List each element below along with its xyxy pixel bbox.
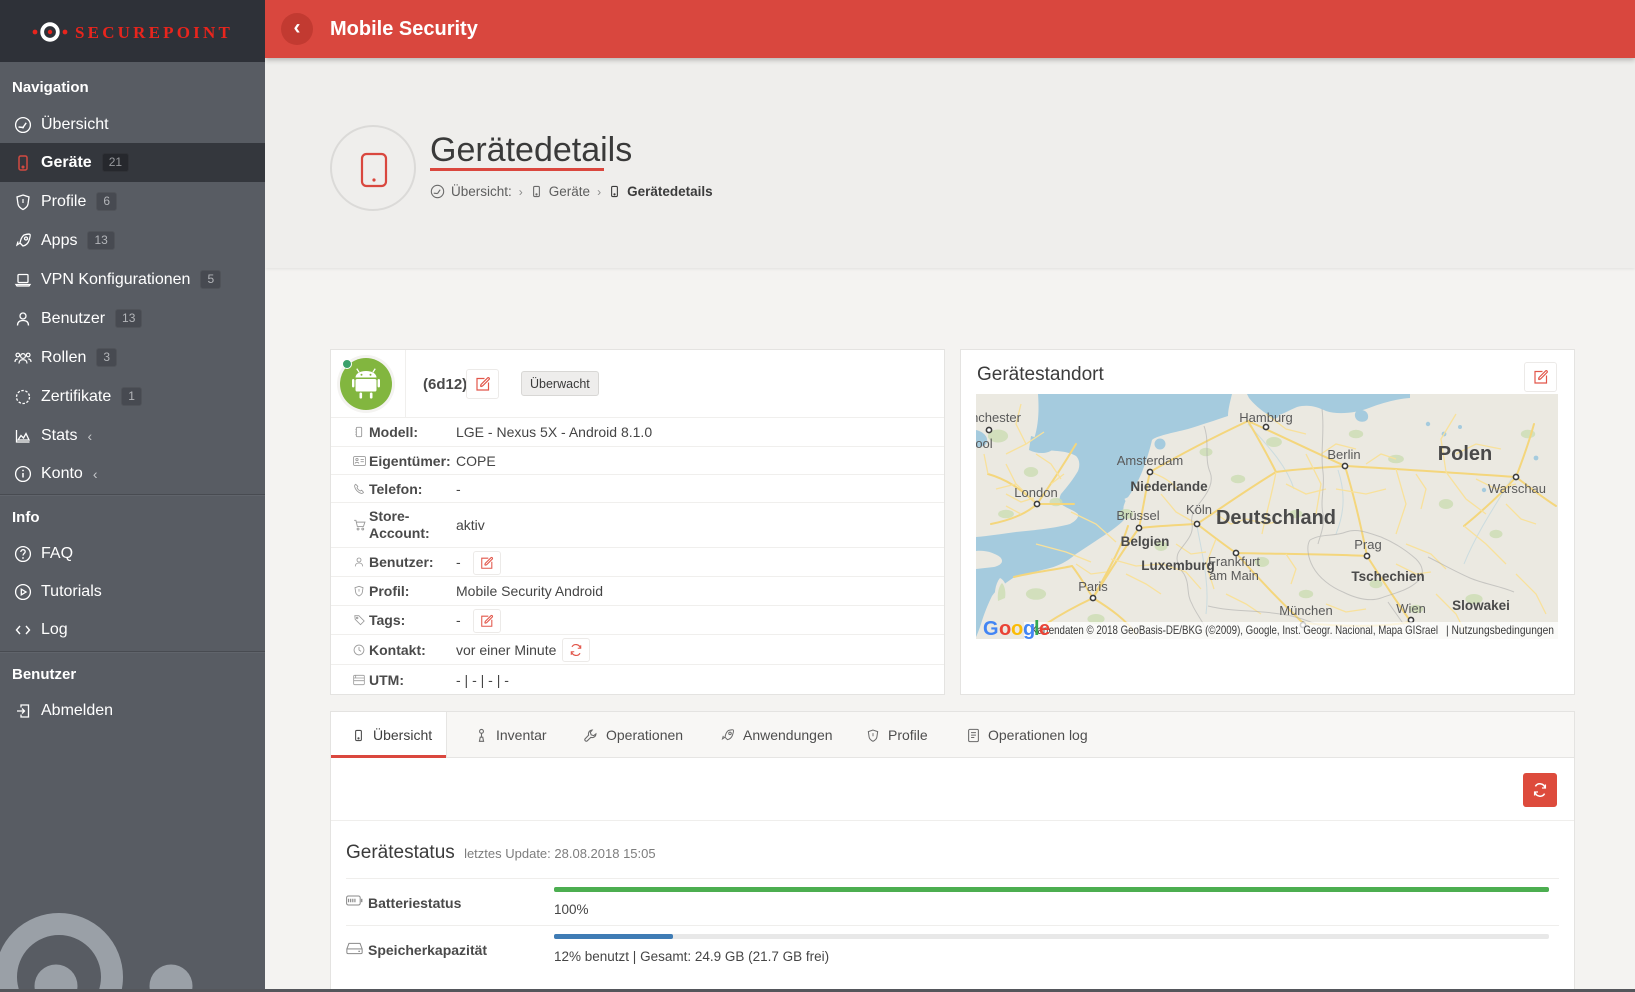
svg-text:o: o [999,618,1011,639]
svg-text:Polen: Polen [1438,443,1492,465]
svg-text:London: London [1014,485,1057,500]
svg-text:Kartendaten © 2018 GeoBasis-DE: Kartendaten © 2018 GeoBasis-DE/BKG (©200… [1031,623,1438,637]
svg-text:Amsterdam: Amsterdam [1117,453,1183,468]
svg-text:Niederlande: Niederlande [1130,479,1208,494]
svg-text:Frankfurt: Frankfurt [1208,554,1260,569]
svg-text:Warschau: Warschau [1488,481,1546,496]
svg-text:| Nutzungsbedingungen: | Nutzungsbedingungen [1446,623,1554,637]
svg-text:Berlin: Berlin [1327,447,1360,462]
svg-text:Slowakei: Slowakei [1452,598,1510,613]
svg-text:Hamburg: Hamburg [1239,410,1292,425]
svg-text:München: München [1279,603,1332,618]
svg-text:G: G [983,618,999,639]
svg-text:nchester: nchester [976,410,1022,425]
svg-text:am Main: am Main [1209,568,1259,583]
svg-text:o: o [1011,618,1023,639]
svg-text:Belgien: Belgien [1121,534,1170,549]
svg-text:Wien: Wien [1396,601,1426,616]
svg-text:Köln: Köln [1186,502,1212,517]
svg-text:SECUREPOINT: SECUREPOINT [75,23,233,42]
svg-text:ool: ool [976,436,993,451]
svg-text:Tschechien: Tschechien [1351,569,1424,584]
svg-text:Luxemburg: Luxemburg [1141,558,1215,573]
svg-text:Brüssel: Brüssel [1116,508,1159,523]
svg-text:e: e [1039,618,1050,639]
svg-text:Prag: Prag [1354,537,1381,552]
svg-text:Paris: Paris [1078,579,1108,594]
svg-text:Deutschland: Deutschland [1216,507,1336,529]
